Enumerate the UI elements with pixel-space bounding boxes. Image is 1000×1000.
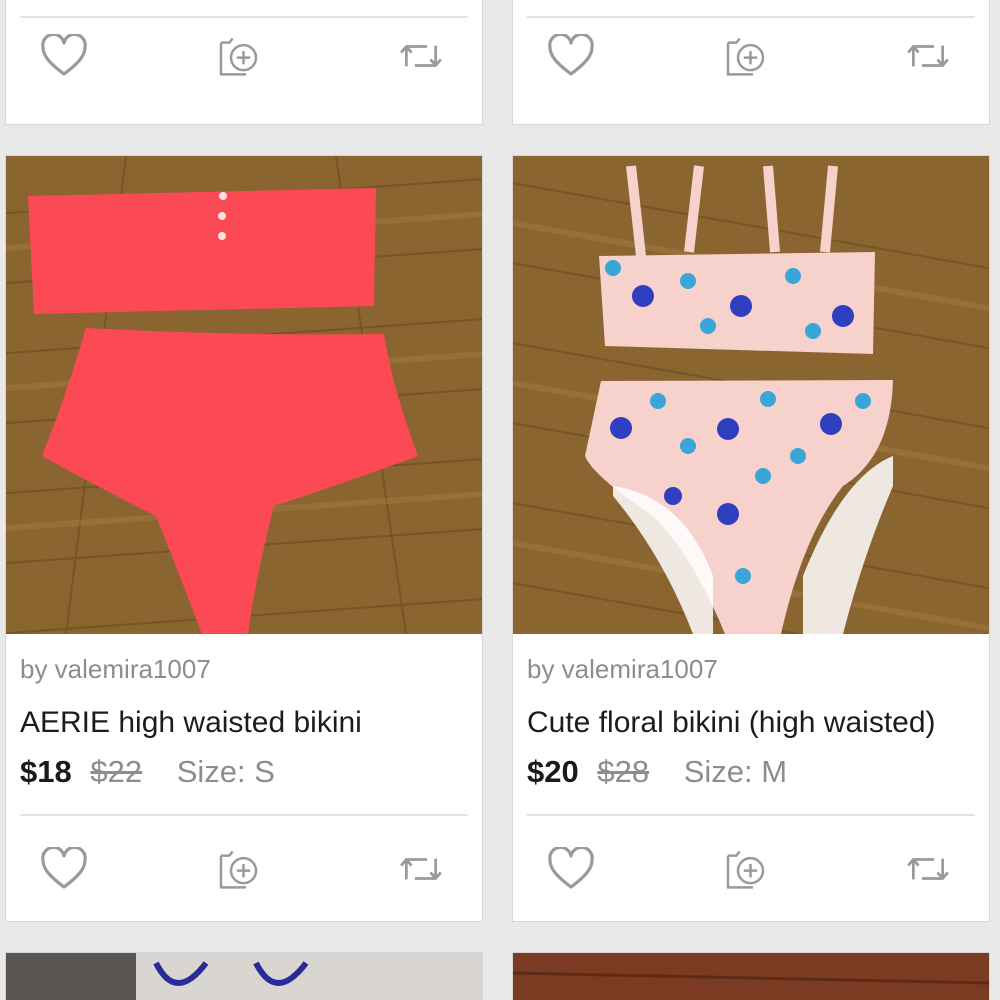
share-button[interactable] [903, 31, 953, 81]
seller-username[interactable]: by valemira1007 [527, 654, 718, 685]
add-to-bundle-icon [219, 850, 258, 889]
seller-username[interactable]: by valemira1007 [20, 654, 211, 685]
photo-red-bikini [6, 156, 482, 634]
share-button[interactable] [396, 844, 446, 894]
original-price: $22 [90, 754, 143, 789]
listing-card-prev-left[interactable] [5, 0, 483, 125]
price-line: $18 $22 Size: S [20, 754, 275, 790]
like-button[interactable] [546, 844, 596, 894]
listing-card[interactable]: by valemira1007 AERIE high waisted bikin… [5, 155, 483, 922]
listing-card-next-right[interactable] [512, 952, 990, 1000]
price-line: $20 $28 Size: M [527, 754, 787, 790]
like-button[interactable] [39, 844, 89, 894]
price: $20 [527, 754, 579, 789]
listing-card-prev-right[interactable] [512, 0, 990, 125]
size-label: Size: M [683, 754, 788, 789]
share-repost-icon [907, 858, 949, 880]
add-to-bundle-icon [219, 37, 258, 76]
divider [527, 16, 975, 18]
card-actions [6, 31, 482, 81]
card-actions [6, 844, 482, 894]
add-to-bundle-icon [726, 850, 765, 889]
listing-card-next-left[interactable] [5, 952, 483, 1000]
listing-title[interactable]: Cute floral bikini (high waisted) [527, 706, 977, 740]
listing-photo[interactable] [6, 156, 482, 634]
like-button[interactable] [546, 31, 596, 81]
share-repost-icon [400, 858, 442, 880]
divider [527, 814, 975, 816]
add-to-bundle-button[interactable] [216, 844, 266, 894]
heart-icon [41, 847, 87, 889]
divider [20, 16, 468, 18]
original-price: $28 [597, 754, 650, 789]
add-to-bundle-button[interactable] [723, 844, 773, 894]
share-repost-icon [907, 45, 949, 67]
like-button[interactable] [39, 31, 89, 81]
share-button[interactable] [903, 844, 953, 894]
size-label: Size: S [176, 754, 275, 789]
photo-floral-bikini [513, 156, 989, 634]
listing-photo-partial [513, 953, 989, 1000]
card-actions [513, 844, 989, 894]
heart-icon [548, 34, 594, 76]
add-to-bundle-icon [726, 37, 765, 76]
add-to-bundle-button[interactable] [723, 31, 773, 81]
listing-card[interactable]: by valemira1007 Cute floral bikini (high… [512, 155, 990, 922]
listing-photo-partial [6, 953, 482, 1000]
listing-photo[interactable] [513, 156, 989, 634]
price: $18 [20, 754, 72, 789]
share-button[interactable] [396, 31, 446, 81]
card-actions [513, 31, 989, 81]
listing-title[interactable]: AERIE high waisted bikini [20, 706, 470, 740]
divider [20, 814, 468, 816]
heart-icon [41, 34, 87, 76]
heart-icon [548, 847, 594, 889]
share-repost-icon [400, 45, 442, 67]
add-to-bundle-button[interactable] [216, 31, 266, 81]
